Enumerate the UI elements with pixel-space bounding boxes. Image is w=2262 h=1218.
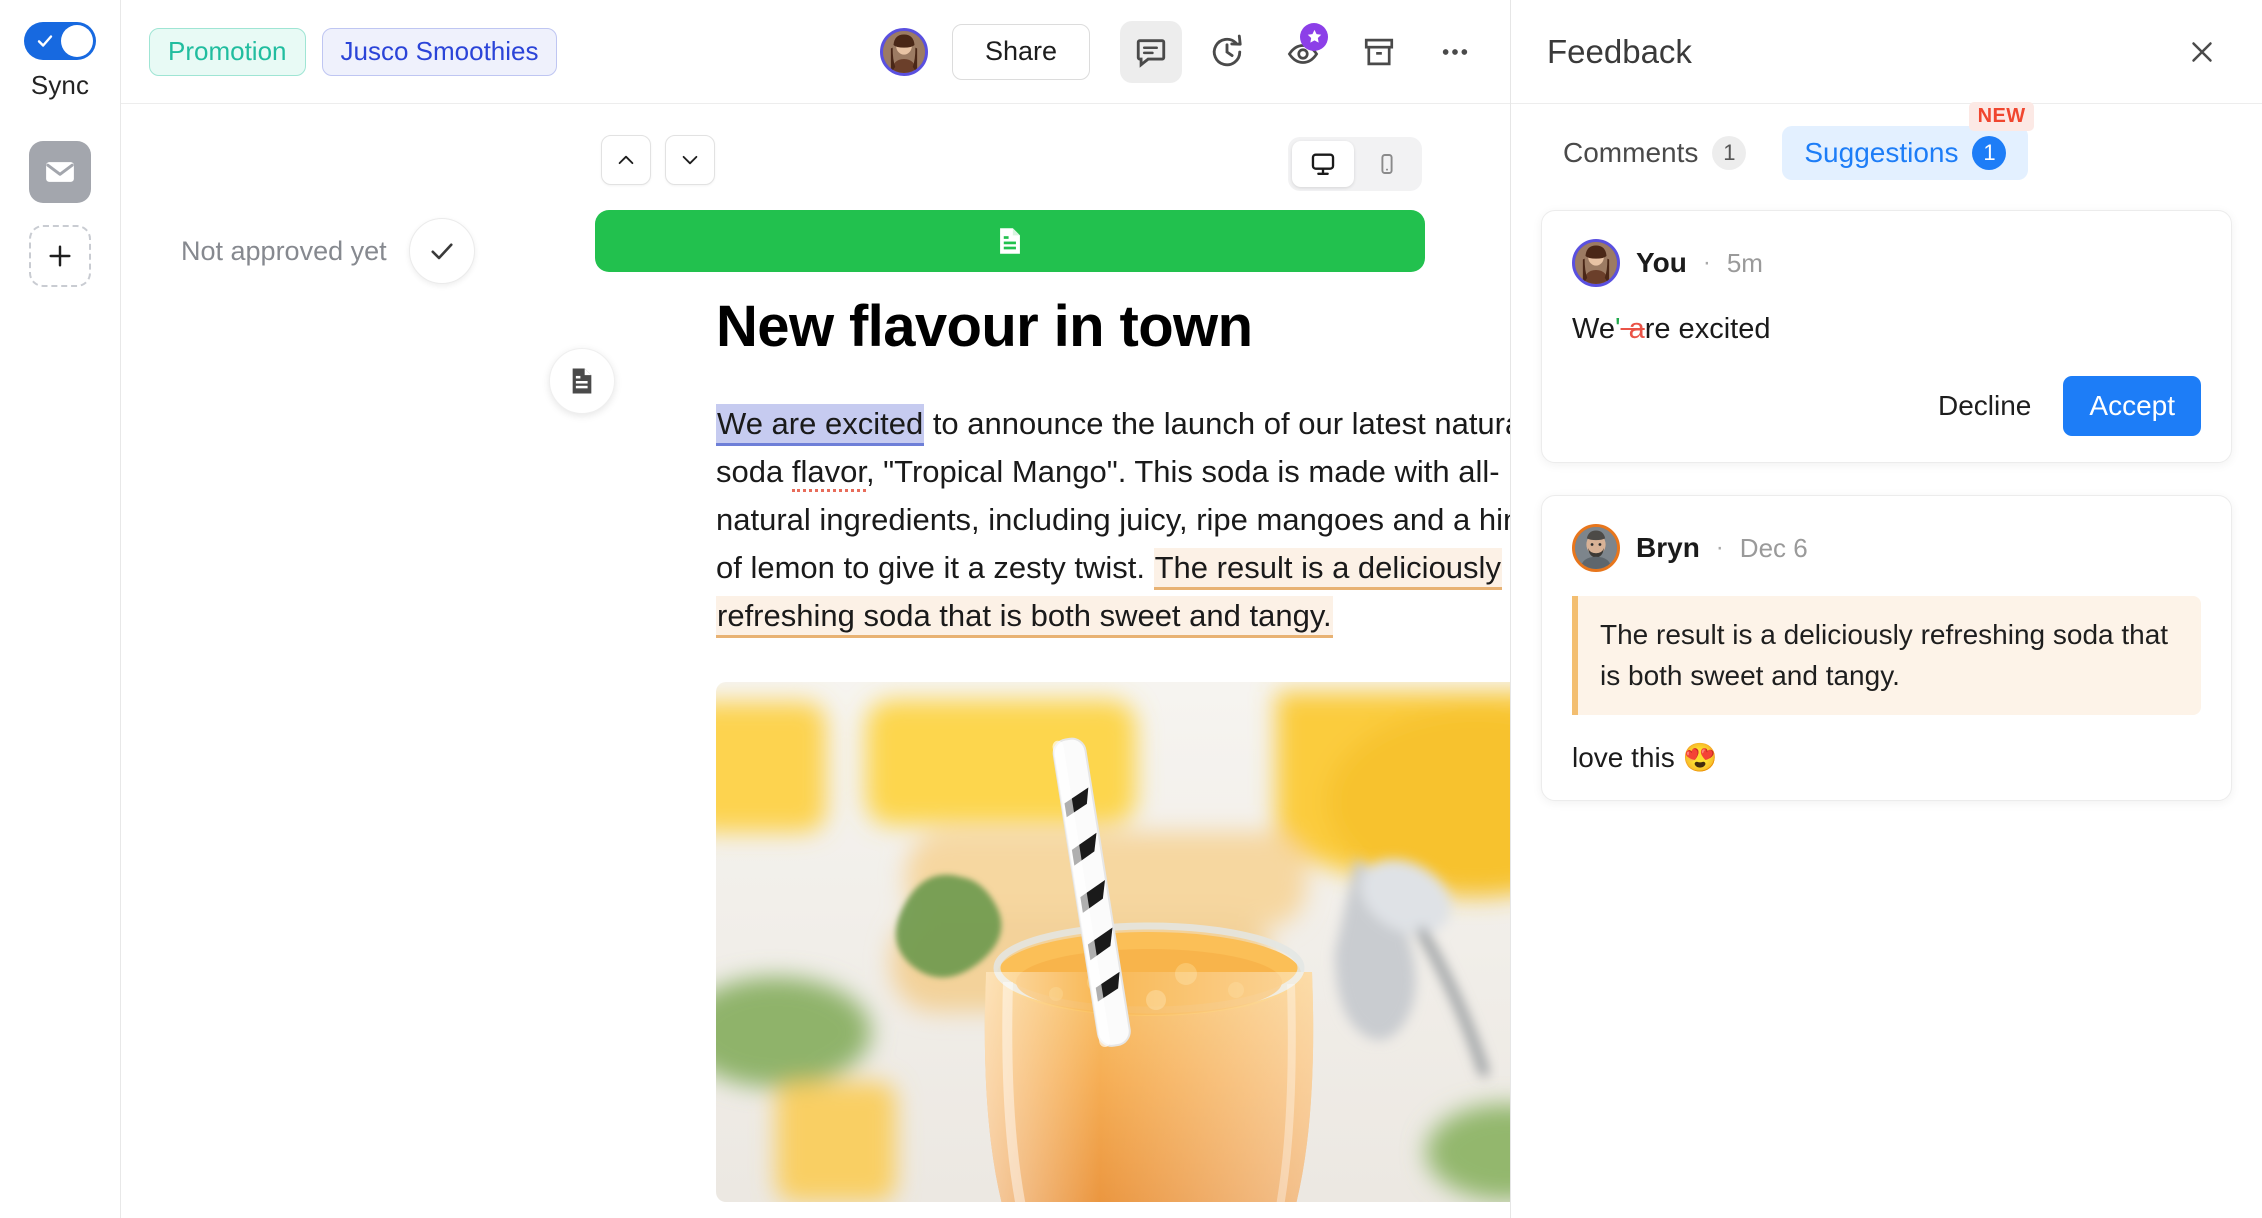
diff-suffix: re excited	[1644, 313, 1771, 345]
comment-quote: The result is a deliciously refreshing s…	[1572, 596, 2201, 715]
chevron-up-icon	[618, 155, 634, 165]
sync-label: Sync	[30, 70, 90, 100]
suggestion-separator: ·	[1702, 249, 1711, 276]
tag-promotion-label: Promotion	[168, 36, 287, 66]
preview-button[interactable]	[1272, 21, 1334, 83]
tag-promotion[interactable]: Promotion	[149, 27, 306, 76]
feedback-tabs: Comments 1 Suggestions 1 NEW	[1511, 102, 2262, 194]
close-panel-button[interactable]	[2182, 32, 2222, 72]
desktop-icon	[1311, 153, 1335, 175]
avatar-image	[1575, 242, 1617, 284]
share-button[interactable]: Share	[951, 23, 1090, 80]
star-icon	[1307, 29, 1321, 43]
rail-items	[29, 141, 1425, 287]
plus-icon	[49, 245, 71, 267]
comment-author: Bryn	[1636, 532, 1700, 563]
mango-smoothie-photo	[716, 682, 1510, 1203]
app-root: Sync Promotion Jusco Smoothies Share Not…	[0, 0, 2262, 1218]
toolbar-actions: Share	[879, 20, 1486, 83]
comment-separator: ·	[1715, 534, 1724, 561]
share-label: Share	[984, 36, 1057, 66]
comments-icon	[1136, 38, 1166, 68]
document-icon	[572, 368, 592, 394]
suggestion-diff: We' are excited	[1572, 313, 2201, 346]
sidebar-item-document[interactable]	[595, 210, 1425, 272]
check-icon	[431, 243, 453, 260]
document-type-chip[interactable]	[549, 348, 615, 414]
diff-deleted: a	[1620, 313, 1645, 345]
doc-navigation	[601, 135, 715, 185]
history-button[interactable]	[1196, 21, 1258, 83]
tab-suggestions-label: Suggestions	[1804, 137, 1959, 168]
tab-comments[interactable]: Comments 1	[1541, 126, 1768, 180]
panel-title: Feedback	[1547, 32, 1692, 70]
document-body[interactable]: We are excited to announce the launch of…	[716, 400, 1510, 640]
suggestion-card[interactable]: You · 5m We' are excited Decline Accept	[1541, 210, 2232, 463]
approval-status: Not approved yet	[181, 235, 387, 266]
close-icon	[2192, 41, 2212, 62]
comment-time: Dec 6	[1739, 532, 1808, 563]
comments-button[interactable]	[1120, 20, 1182, 83]
star-badge	[1300, 22, 1328, 51]
left-rail: Sync	[0, 0, 1425, 1218]
comment-card[interactable]: Bryn · Dec 6 The result is a deliciously…	[1541, 495, 2232, 801]
next-doc-button[interactable]	[665, 135, 715, 185]
accept-button[interactable]: Accept	[2063, 376, 2201, 436]
suggestion-actions: Decline Accept	[1572, 376, 2201, 436]
main-area: Promotion Jusco Smoothies Share Not appr…	[120, 0, 1510, 1218]
more-options-icon	[1442, 48, 1468, 55]
toggle-knob	[61, 25, 93, 57]
document-content: Blog · Dec 14, 19:30 New flavour in town…	[716, 210, 1510, 1203]
approval-row: Not approved yet	[181, 218, 475, 284]
misspelled-word[interactable]: flavor	[791, 454, 866, 493]
prev-doc-button[interactable]	[601, 135, 651, 185]
diff-prefix: We	[1572, 313, 1615, 345]
tab-comments-label: Comments	[1563, 137, 1699, 168]
check-icon	[37, 35, 53, 47]
avatar-image	[882, 30, 925, 73]
comment-card-header: Bryn · Dec 6	[1572, 524, 2201, 572]
feedback-panel: Feedback Comments 1 Suggestions 1 NEW Yo…	[1510, 0, 2262, 1218]
decline-button[interactable]: Decline	[1932, 380, 2037, 432]
avatar[interactable]	[1572, 524, 1620, 572]
mobile-icon	[1381, 154, 1393, 174]
sync-control: Sync	[24, 22, 96, 101]
history-icon	[1212, 34, 1242, 66]
suggestion-author: You	[1636, 247, 1687, 278]
tab-suggestions-count: 1	[1972, 136, 2007, 170]
suggestion-time: 5m	[1726, 247, 1763, 278]
desktop-view-button[interactable]	[1292, 141, 1354, 187]
more-options-button[interactable]	[1424, 21, 1486, 83]
document-image[interactable]	[716, 682, 1510, 1203]
document-icon	[1000, 228, 1020, 254]
page-title: New flavour in town	[716, 294, 1253, 359]
sidebar-item-add[interactable]	[29, 225, 91, 287]
avatar[interactable]	[1572, 239, 1620, 287]
feedback-list: You · 5m We' are excited Decline Accept	[1511, 194, 2262, 801]
panel-header: Feedback	[1511, 0, 2262, 104]
approve-button[interactable]	[408, 218, 475, 284]
comment-text: love this 😍	[1572, 741, 1718, 773]
top-toolbar: Promotion Jusco Smoothies Share	[121, 0, 1510, 104]
chevron-down-icon	[682, 155, 698, 165]
new-badge: NEW	[1968, 102, 2035, 131]
mobile-view-button[interactable]	[1356, 141, 1418, 187]
avatar[interactable]	[879, 27, 928, 76]
tab-comments-count: 1	[1712, 136, 1747, 170]
sync-toggle[interactable]	[24, 22, 96, 60]
archive-icon	[1364, 38, 1394, 65]
tab-suggestions[interactable]: Suggestions 1 NEW	[1782, 102, 2035, 180]
suggestion-highlight[interactable]: We are excited	[716, 404, 925, 446]
tag-brand[interactable]: Jusco Smoothies	[321, 27, 558, 76]
tag-brand-label: Jusco Smoothies	[340, 36, 539, 66]
device-switch	[1288, 137, 1422, 191]
envelope-icon	[46, 162, 74, 182]
sidebar-item-mail[interactable]	[29, 141, 91, 203]
avatar-image	[1575, 527, 1617, 569]
suggestion-card-header: You · 5m	[1572, 239, 2201, 287]
archive-button[interactable]	[1348, 21, 1410, 83]
